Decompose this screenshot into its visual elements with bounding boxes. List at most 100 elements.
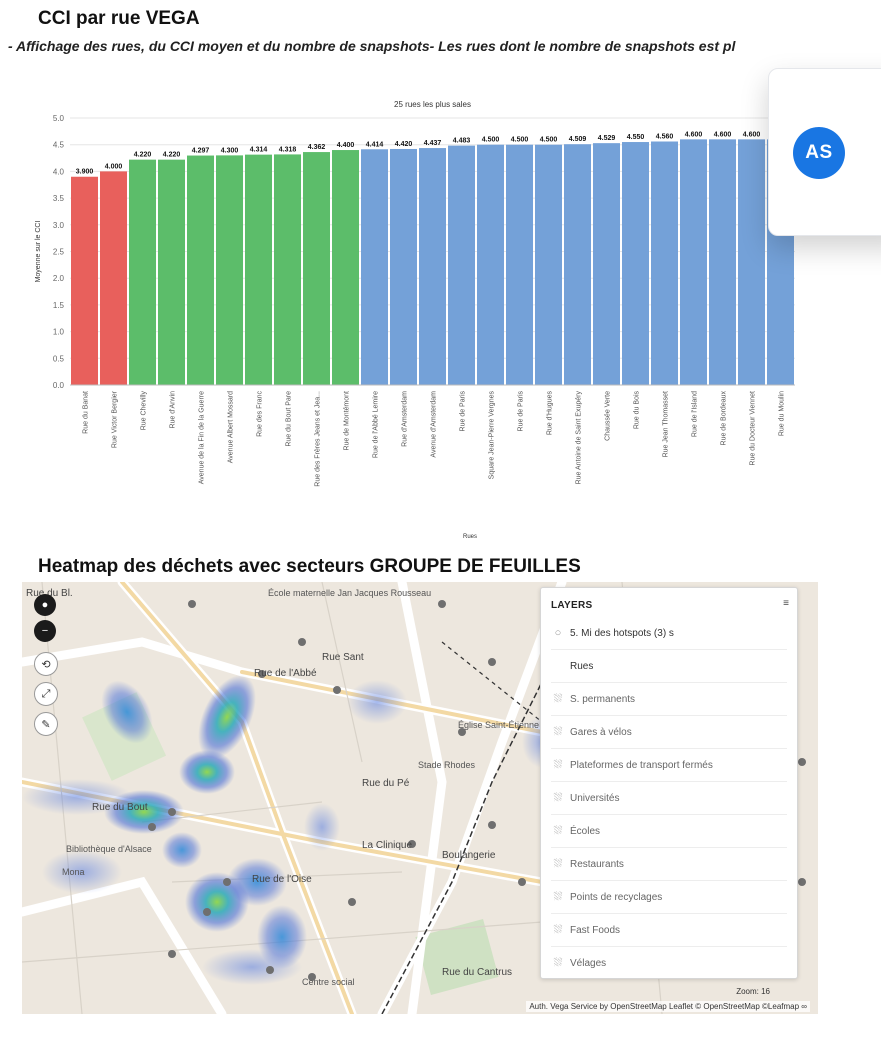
bar-value-label: 4.600 [714, 131, 732, 138]
layer-label: Universités [570, 792, 620, 804]
bar [709, 139, 736, 385]
layer-toggle-icon[interactable]: ⛆ [551, 858, 565, 871]
avatar[interactable]: AS [793, 127, 845, 179]
layer-item[interactable]: ○ 5. Mi des hotspots (3) s [551, 622, 791, 644]
bar [593, 143, 620, 385]
layer-separator [551, 847, 787, 848]
x-tick-label: Rue des Franc [257, 391, 264, 437]
bar [100, 171, 127, 385]
bar [564, 144, 591, 385]
layers-menu-icon[interactable]: ≡ [783, 598, 789, 609]
y-tick-label: 4.5 [53, 141, 65, 150]
layer-separator [551, 649, 787, 650]
layer-item[interactable]: ⛆ Restaurants [551, 853, 791, 875]
y-tick-label: 1.0 [53, 328, 65, 337]
street-label: Rue du Pé [362, 778, 410, 789]
y-tick-label: 2.0 [53, 274, 65, 283]
layer-item[interactable]: ⛆ Universités [551, 787, 791, 809]
x-tick-label: Rue Jean Thomasset [663, 391, 670, 457]
layer-item[interactable]: ⛆ Vélages [551, 952, 791, 974]
layer-separator [551, 814, 787, 815]
street-label: La Clinique [362, 840, 413, 851]
bar-value-label: 4.529 [598, 135, 616, 142]
bar-value-label: 4.437 [424, 140, 442, 147]
layer-item[interactable]: ⛆ Plateformes de transport fermés [551, 754, 791, 776]
layer-label: Rues [570, 660, 594, 672]
x-tick-label: Rue de Bordeaux [721, 391, 728, 446]
layer-separator [551, 781, 787, 782]
x-tick-label: Square Jean-Pierre Vergnes [489, 391, 496, 480]
bar-value-label: 4.220 [134, 152, 152, 159]
bar [216, 155, 243, 385]
layer-toggle-icon[interactable]: ⛆ [551, 924, 565, 937]
layer-toggle-icon[interactable]: ⛆ [551, 825, 565, 838]
chart-subtitle: - Affichage des rues, du CCI moyen et du… [8, 38, 736, 54]
layer-item[interactable]: ⛆ Points de recyclages [551, 886, 791, 908]
layer-toggle-icon[interactable]: ⛆ [551, 693, 565, 706]
bar-value-label: 4.000 [105, 163, 123, 170]
x-tick-label: Rue de Paris [460, 391, 467, 432]
layer-toggle-icon[interactable]: ⛆ [551, 759, 565, 772]
x-tick-label: Rue Antoine de Saint Exupéry [576, 391, 583, 485]
place-label: Bibliothèque d'Alsace [66, 844, 152, 854]
layer-item[interactable]: Rues [551, 655, 791, 677]
radio-icon[interactable]: ○ [551, 627, 565, 639]
layer-toggle-icon[interactable]: ⛆ [551, 792, 565, 805]
bar [651, 141, 678, 385]
bar [332, 150, 359, 385]
fullscreen-control[interactable]: ⤢ [34, 682, 58, 706]
chart-inner-title: 25 rues les plus sales [394, 100, 471, 109]
history-control[interactable]: ⟲ [34, 652, 58, 676]
x-tick-label: Rue d'Anvin [170, 391, 177, 429]
bar-value-label: 4.400 [337, 142, 355, 149]
bar [535, 144, 562, 385]
bar-value-label: 4.300 [221, 147, 239, 154]
user-profile-card[interactable]: AS [768, 68, 881, 236]
layer-label: Points de recyclages [570, 891, 663, 903]
layer-item[interactable]: ⛆ S. permanents [551, 688, 791, 710]
place-label: Mona [62, 867, 85, 877]
layer-toggle-icon[interactable]: ⛆ [551, 891, 565, 904]
street-label: Rue du Bout [92, 802, 148, 813]
x-tick-label: Rue Victor Bergier [112, 390, 119, 448]
map-attribution[interactable]: Auth. Vega Service by OpenStreetMap Leaf… [526, 1001, 810, 1012]
bar [274, 154, 301, 385]
layers-header: LAYERS [551, 600, 593, 611]
bar [245, 154, 272, 385]
street-label: Rue Sant [322, 652, 364, 663]
layer-label: S. permanents [570, 693, 636, 705]
layer-separator [551, 946, 787, 947]
bar-value-label: 4.362 [308, 144, 326, 151]
heatmap-map[interactable]: Rue du Bl. Rue de l'Abbé Rue Sant Rue du… [22, 582, 818, 1014]
layer-separator [551, 913, 787, 914]
bar-value-label: 4.314 [250, 147, 268, 154]
zoom-indicator: Zoom: 16 [736, 987, 770, 996]
place-label: Stade Rhodes [418, 760, 476, 770]
bar [506, 144, 533, 385]
layer-label: Vélages [570, 957, 607, 969]
zoom-out-control[interactable]: − [34, 620, 56, 642]
layers-panel[interactable]: LAYERS ≡ ○ 5. Mi des hotspots (3) s Rues ⛆ S… [540, 587, 798, 979]
layer-label: Plateformes de transport fermés [570, 759, 713, 771]
bar-value-label: 4.220 [163, 152, 181, 159]
layer-separator [551, 748, 787, 749]
bar-value-label: 4.509 [569, 136, 587, 143]
place-label: École maternelle Jan Jacques Rousseau [268, 588, 432, 598]
layer-item[interactable]: ⛆ Écoles [551, 820, 791, 842]
layer-label: 5. Mi des hotspots (3) s [570, 627, 674, 639]
measure-control[interactable]: ✎ [34, 712, 58, 736]
x-tick-label: Chaussée Verte [605, 391, 612, 441]
street-label: Rue de l'Abbé [254, 668, 317, 679]
layer-item[interactable]: ⛆ Fast Foods [551, 919, 791, 941]
street-label: Boulangerie [442, 850, 496, 861]
bar [158, 159, 185, 385]
layer-item[interactable]: ⛆ Gares à vélos [551, 721, 791, 743]
layer-toggle-icon[interactable]: ⛆ [551, 726, 565, 739]
bar [390, 148, 417, 385]
bar-value-label: 3.900 [76, 169, 94, 176]
locate-control[interactable]: ● [34, 594, 56, 616]
bar [419, 148, 446, 385]
bar-value-label: 4.297 [192, 148, 210, 155]
layer-toggle-icon[interactable]: ⛆ [551, 957, 565, 970]
layer-separator [551, 715, 787, 716]
